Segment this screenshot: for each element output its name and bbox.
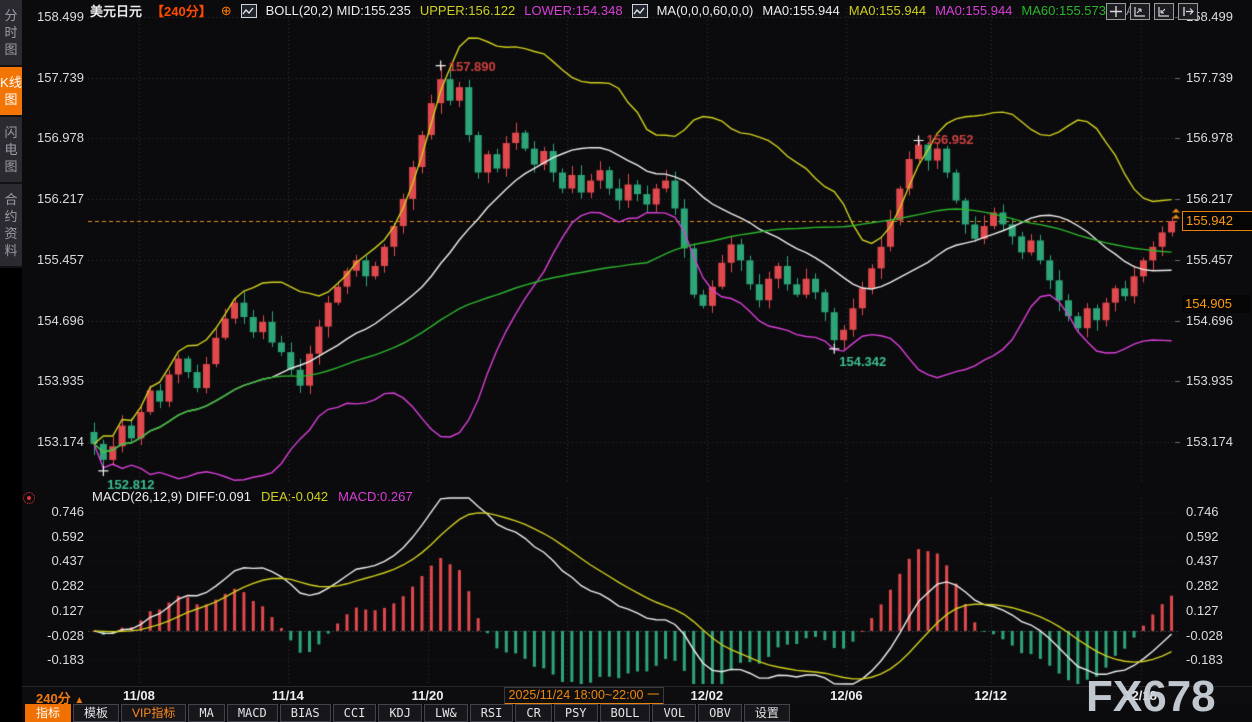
lwr-button[interactable]: LW& [424, 704, 468, 722]
psy-button[interactable]: PSY [554, 704, 598, 722]
macd-axis-label: 0.127 [1186, 603, 1250, 618]
macd-value-label: MACD:0.267 [338, 489, 412, 504]
price-axis-label: 156.217 [1186, 191, 1250, 206]
highlighted-datetime: 2025/11/24 18:00~22:00 一 [504, 687, 664, 705]
price-axis-label: 153.935 [24, 373, 84, 388]
trading-terminal: 分时图K线图闪电图合约资料 美元日元【240分】 ⊕ BOLL(20,2) MID:… [0, 0, 1252, 722]
macd-dea-label: DEA:-0.042 [261, 489, 328, 504]
price-axis-label: 154.696 [24, 313, 84, 328]
date-tick: 11/20 [412, 688, 444, 703]
indicator-toolbar: 指标模板VIP指标MAMACDBIASCCIKDJLW&RSICRPSYBOLL… [0, 704, 1252, 722]
macd-axis-label: 0.437 [1186, 553, 1250, 568]
ma0-value-1: MA0:155.944 [762, 3, 839, 18]
macd-axis-label: -0.028 [24, 628, 84, 643]
macd-axis-label: 0.282 [24, 578, 84, 593]
rsi-button[interactable]: RSI [470, 704, 514, 722]
price-axis-label: 154.696 [1186, 313, 1250, 328]
price-axis-label: 156.978 [1186, 130, 1250, 145]
price-axis-label: 158.499 [24, 9, 84, 24]
bias-button[interactable]: BIAS [280, 704, 331, 722]
record-dot-icon [23, 492, 35, 504]
boll-upper-value: UPPER:156.122 [420, 3, 515, 18]
ma-button[interactable]: MA [188, 704, 224, 722]
date-tick: 11/14 [272, 688, 304, 703]
macd-button[interactable]: MACD [227, 704, 278, 722]
boll-mid-value: BOLL(20,2) MID:155.235 [266, 3, 411, 18]
window-controls [1106, 3, 1198, 20]
cr-button[interactable]: CR [515, 704, 551, 722]
obv-button[interactable]: OBV [698, 704, 742, 722]
cci-button[interactable]: CCI [333, 704, 377, 722]
price-macd-chart-canvas[interactable] [88, 0, 1180, 686]
ma-indicator-icon[interactable] [632, 4, 648, 18]
date-tick: 12/02 [691, 688, 724, 703]
tab-lightning-chart[interactable]: 闪电图 [0, 117, 22, 184]
macd-main-label: MACD(26,12,9) DIFF:0.091 [92, 489, 251, 504]
macd-axis-label: -0.183 [24, 652, 84, 667]
boll-indicator-icon[interactable] [241, 4, 257, 18]
time-axis-row: 240分 ▲ 2025/11/24 18:00~22:00 一 11/0811/… [0, 686, 1252, 705]
zoom-in-chart-icon[interactable] [1130, 3, 1150, 20]
period-label: 【240分】 [151, 1, 212, 20]
symbol-title: 美元日元 [90, 1, 142, 20]
price-axis-label: 155.457 [1186, 252, 1250, 267]
macd-axis-label: 0.437 [24, 553, 84, 568]
macd-axis-label: 0.127 [24, 603, 84, 618]
tab-time-chart[interactable]: 分时图 [0, 0, 22, 67]
indicator-title-bar: 美元日元【240分】 ⊕ BOLL(20,2) MID:155.235 UPPER:1… [90, 0, 1145, 21]
indicator-button[interactable]: 指标 [25, 704, 71, 722]
template-button[interactable]: 模板 [73, 704, 119, 722]
macd-axis-label: 0.592 [1186, 529, 1250, 544]
price-axis-label: 155.457 [24, 252, 84, 267]
add-overlay-icon[interactable]: ⊕ [221, 3, 232, 19]
last-price-badge: 155.942 [1182, 211, 1252, 231]
macd-axis-label: 0.282 [1186, 578, 1250, 593]
price-axis-label: 153.935 [1186, 373, 1250, 388]
price-axis-label: 153.174 [1186, 434, 1250, 449]
price-axis-label: 156.978 [24, 130, 84, 145]
macd-axis-label: 0.592 [24, 529, 84, 544]
boll-lower-value: LOWER:154.348 [524, 3, 622, 18]
price-axis-label: 153.174 [24, 434, 84, 449]
chart-type-sidebar: 分时图K线图闪电图合约资料 [0, 0, 22, 722]
macd-axis-label: 0.746 [24, 504, 84, 519]
price-axis-label: 156.217 [24, 191, 84, 206]
macd-axis-label: 0.746 [1186, 504, 1250, 519]
vip-indicator-button[interactable]: VIP指标 [121, 704, 186, 722]
ma0-value-2: MA0:155.944 [849, 3, 926, 18]
ma-params: MA(0,0,0,60,0,0) [657, 3, 754, 18]
settings-button[interactable]: 设置 [744, 704, 790, 722]
expand-panel-icon[interactable] [1178, 3, 1198, 20]
date-tick: 12/06 [830, 688, 863, 703]
price-axis-label: 157.739 [1186, 70, 1250, 85]
vol-button[interactable]: VOL [652, 704, 696, 722]
crosshair-icon[interactable] [1106, 3, 1126, 20]
date-tick: 12/12 [974, 688, 1007, 703]
date-tick: 12/18 [1124, 688, 1157, 703]
zoom-out-chart-icon[interactable] [1154, 3, 1174, 20]
secondary-price-badge: 154.905 [1182, 295, 1251, 313]
macd-axis-label: -0.028 [1186, 628, 1250, 643]
macd-axis-label: -0.183 [1186, 652, 1250, 667]
macd-indicator-labels: MACD(26,12,9) DIFF:0.091 DEA:-0.042 MACD… [92, 489, 413, 504]
date-tick: 11/08 [123, 688, 155, 703]
boll-button[interactable]: BOLL [600, 704, 651, 722]
kdj-button[interactable]: KDJ [378, 704, 422, 722]
ma0-value-3: MA0:155.944 [935, 3, 1012, 18]
tab-candle-chart[interactable]: K线图 [0, 67, 22, 117]
ma60-value: MA60:155.573 [1021, 3, 1106, 18]
tab-contract-info[interactable]: 合约资料 [0, 184, 22, 268]
price-axis-label: 157.739 [24, 70, 84, 85]
